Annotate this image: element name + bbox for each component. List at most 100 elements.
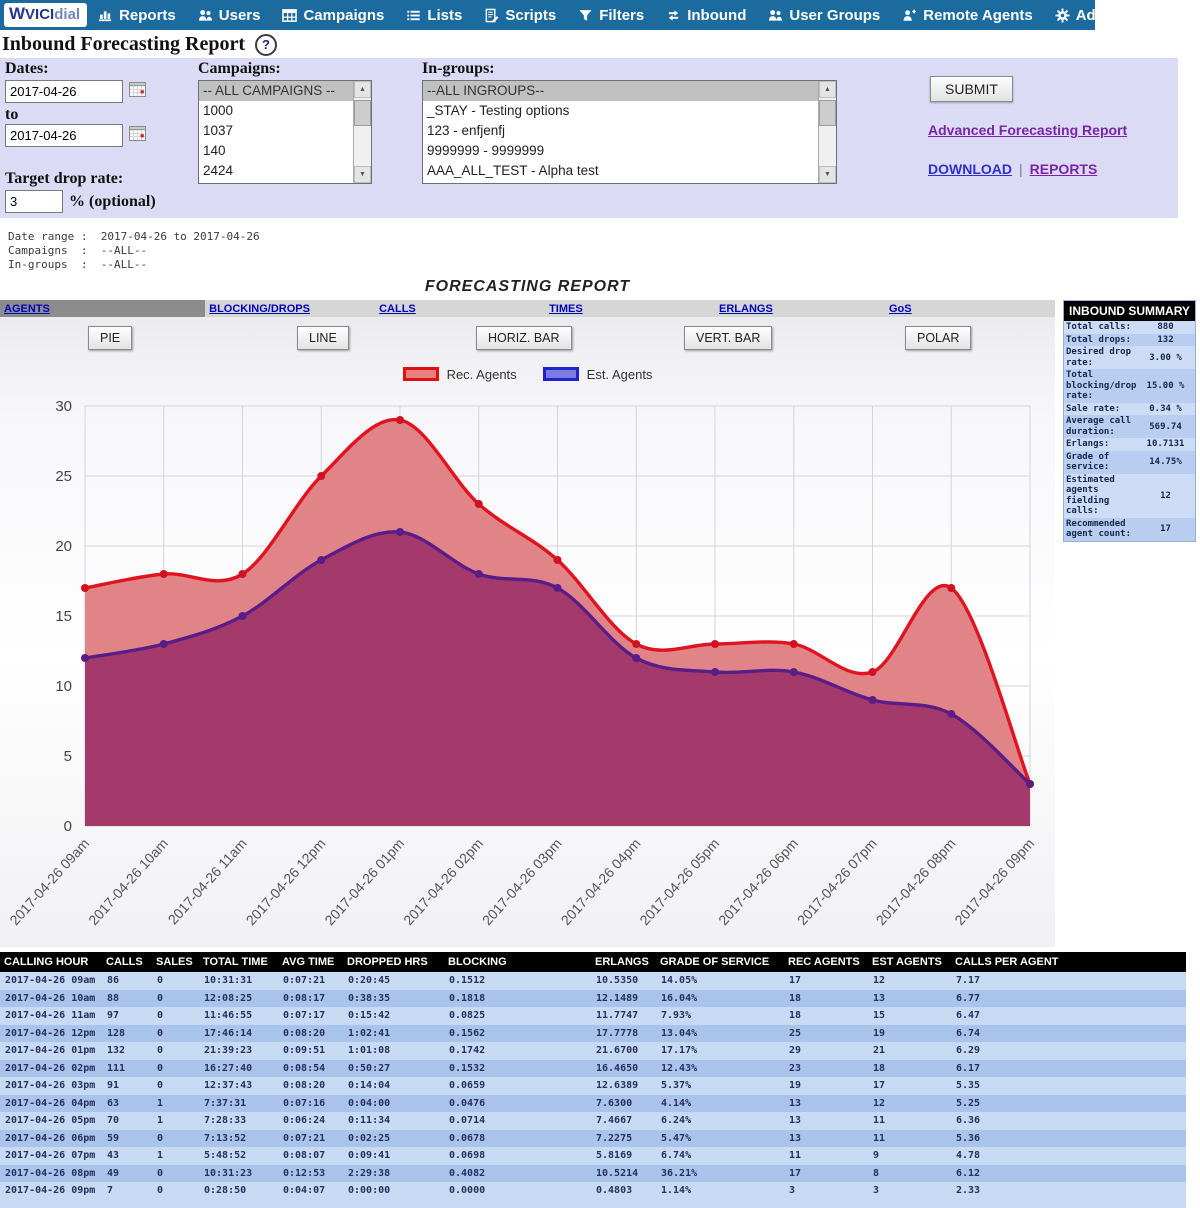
inbound-arrows-icon bbox=[666, 8, 681, 23]
scroll-thumb[interactable] bbox=[819, 100, 836, 126]
scroll-down-icon[interactable]: ▼ bbox=[819, 166, 836, 183]
table-header-cell: DROPPED HRS bbox=[343, 952, 444, 972]
date-to-input[interactable] bbox=[5, 124, 123, 147]
svg-text:20: 20 bbox=[55, 538, 72, 555]
submit-button[interactable]: SUBMIT bbox=[930, 76, 1013, 102]
title-row: Inbound Forecasting Report ? bbox=[0, 30, 1200, 58]
ingroup-option[interactable]: --ALL INGROUPS-- bbox=[423, 81, 818, 101]
summary-row: Total calls:880 bbox=[1064, 321, 1195, 334]
scroll-thumb[interactable] bbox=[354, 100, 371, 126]
svg-text:25: 25 bbox=[55, 468, 72, 485]
table-row: 2017-04-26 06pm5907:13:520:07:210:02:250… bbox=[0, 1130, 1186, 1148]
svg-text:5: 5 bbox=[64, 748, 72, 765]
chart-type-buttons: PIE LINE HORIZ. BAR VERT. BAR POLAR bbox=[0, 326, 1055, 358]
svg-text:2017-04-26 05pm: 2017-04-26 05pm bbox=[636, 835, 722, 928]
summary-row: Sale rate:0.34 % bbox=[1064, 403, 1195, 416]
report-tab-times[interactable]: TIMES bbox=[545, 300, 715, 317]
calendar-icon[interactable] bbox=[129, 81, 146, 102]
table-header-cell: ERLANGS bbox=[591, 952, 656, 972]
summary-row: Total drops:132 bbox=[1064, 334, 1195, 347]
chart-button-polar[interactable]: POLAR bbox=[905, 326, 971, 350]
date-from-input[interactable] bbox=[5, 80, 123, 103]
campaign-option[interactable]: -- ALL CAMPAIGNS -- bbox=[199, 81, 353, 101]
svg-text:10: 10 bbox=[55, 678, 72, 695]
nav-item-inbound[interactable]: Inbound bbox=[655, 0, 757, 30]
nav-item-user-groups[interactable]: User Groups bbox=[757, 0, 891, 30]
help-icon[interactable]: ? bbox=[255, 34, 277, 56]
table-header-cell: EST AGENTS bbox=[868, 952, 951, 972]
table-header-cell: SALES bbox=[152, 952, 199, 972]
table-row: 2017-04-26 07pm4315:48:520:08:070:09:410… bbox=[0, 1147, 1186, 1165]
target-drop-rate-input[interactable] bbox=[5, 190, 63, 213]
scroll-up-icon[interactable]: ▲ bbox=[354, 81, 371, 98]
table-row: 2017-04-26 09pm700:28:500:04:070:00:000.… bbox=[0, 1182, 1186, 1200]
calling-hour-table: CALLING HOURCALLSSALESTOTAL TIMEAVG TIME… bbox=[0, 952, 1186, 1200]
table-header-cell: CALLS PER AGENT bbox=[951, 952, 1186, 972]
report-tab-blocking-drops[interactable]: BLOCKING/DROPS bbox=[205, 300, 375, 317]
chart-button-pie[interactable]: PIE bbox=[88, 326, 132, 350]
inbound-summary-panel: INBOUND SUMMARY Total calls:880Total dro… bbox=[1063, 300, 1196, 542]
scroll-down-icon[interactable]: ▼ bbox=[354, 166, 371, 183]
page-title: Inbound Forecasting Report bbox=[2, 33, 245, 56]
bar-chart-icon bbox=[98, 8, 113, 23]
nav-item-users[interactable]: Users bbox=[187, 0, 272, 30]
ingroup-option[interactable]: 9999999 - 9999999 bbox=[423, 141, 818, 161]
ingroups-scrollbar[interactable]: ▲ ▼ bbox=[818, 81, 836, 183]
report-tab-calls[interactable]: CALLS bbox=[375, 300, 545, 317]
ingroup-option[interactable]: _STAY - Testing options bbox=[423, 101, 818, 121]
nav-item-remote-agents[interactable]: Remote Agents bbox=[891, 0, 1043, 30]
ingroup-option[interactable]: AAA_ALL_TEST - Alpha test bbox=[423, 161, 818, 181]
table-row: 2017-04-26 10am88012:08:250:08:170:38:35… bbox=[0, 990, 1186, 1008]
svg-text:0: 0 bbox=[64, 818, 72, 835]
report-tab-gos[interactable]: GoS bbox=[885, 300, 1055, 317]
ingroup-option[interactable]: 123 - enfjenfj bbox=[423, 121, 818, 141]
chart-button-vert-bar[interactable]: VERT. BAR bbox=[684, 326, 772, 350]
campaign-option[interactable]: 1037 bbox=[199, 121, 353, 141]
svg-text:30: 30 bbox=[55, 398, 72, 415]
download-link[interactable]: DOWNLOAD bbox=[928, 161, 1012, 177]
summary-row: Erlangs:10.7131 bbox=[1064, 438, 1195, 451]
report-tab-erlangs[interactable]: ERLANGS bbox=[715, 300, 885, 317]
legend-swatch bbox=[403, 367, 439, 381]
nav-item-admin[interactable]: Admin bbox=[1044, 0, 1134, 30]
svg-text:2017-04-26 02pm: 2017-04-26 02pm bbox=[400, 835, 486, 928]
vicidial-logo[interactable]: WVICIdial bbox=[4, 3, 87, 26]
table-header-cell: CALLS bbox=[102, 952, 152, 972]
table-row: 2017-04-26 02pm111016:27:400:08:540:50:2… bbox=[0, 1060, 1186, 1078]
svg-text:2017-04-26 08pm: 2017-04-26 08pm bbox=[873, 835, 959, 928]
table-row: 2017-04-26 08pm49010:31:230:12:532:29:38… bbox=[0, 1165, 1186, 1183]
campaigns-listbox[interactable]: -- ALL CAMPAIGNS --100010371402424 ▲ ▼ bbox=[198, 80, 372, 184]
target-drop-rate-label: Target drop rate: bbox=[5, 170, 123, 188]
forecast-area-chart[interactable]: 0510152025302017-04-26 09am2017-04-26 10… bbox=[0, 386, 1055, 942]
campaigns-grid-icon bbox=[282, 8, 297, 23]
scroll-up-icon[interactable]: ▲ bbox=[819, 81, 836, 98]
campaign-option[interactable]: 2424 bbox=[199, 161, 353, 181]
nav-item-lists[interactable]: Lists bbox=[395, 0, 473, 30]
svg-text:2017-04-26 09am: 2017-04-26 09am bbox=[6, 835, 92, 928]
nav-item-filters[interactable]: Filters bbox=[567, 0, 655, 30]
ingroups-listbox[interactable]: --ALL INGROUPS--_STAY - Testing options1… bbox=[422, 80, 837, 184]
nav-item-campaigns[interactable]: Campaigns bbox=[271, 0, 395, 30]
nav-item-scripts[interactable]: Scripts bbox=[473, 0, 567, 30]
svg-text:15: 15 bbox=[55, 608, 72, 625]
dates-label: Dates: bbox=[5, 60, 49, 78]
svg-text:2017-04-26 06pm: 2017-04-26 06pm bbox=[715, 835, 801, 928]
chart-button-line[interactable]: LINE bbox=[297, 326, 349, 350]
campaign-option[interactable]: 140 bbox=[199, 141, 353, 161]
target-drop-rate-suffix: % (optional) bbox=[69, 193, 156, 211]
to-label: to bbox=[5, 106, 18, 124]
reports-link[interactable]: REPORTS bbox=[1030, 161, 1098, 177]
report-tab-agents[interactable]: AGENTS bbox=[0, 300, 205, 317]
summary-row: Recommended agent count:17 bbox=[1064, 518, 1195, 541]
user-groups-icon bbox=[768, 8, 783, 23]
report-area: AGENTSBLOCKING/DROPSCALLSTIMESERLANGSGoS… bbox=[0, 300, 1200, 947]
advanced-forecasting-report-link[interactable]: Advanced Forecasting Report bbox=[928, 122, 1127, 138]
campaigns-scrollbar[interactable]: ▲ ▼ bbox=[353, 81, 371, 183]
summary-row: Grade of service:14.75% bbox=[1064, 451, 1195, 474]
nav-items: ReportsUsersCampaignsListsScriptsFilters… bbox=[87, 0, 1133, 30]
chart-button-horiz-bar[interactable]: HORIZ. BAR bbox=[476, 326, 572, 350]
svg-text:2017-04-26 04pm: 2017-04-26 04pm bbox=[558, 835, 644, 928]
campaign-option[interactable]: 1000 bbox=[199, 101, 353, 121]
calendar-icon[interactable] bbox=[129, 125, 146, 146]
nav-item-reports[interactable]: Reports bbox=[87, 0, 187, 30]
